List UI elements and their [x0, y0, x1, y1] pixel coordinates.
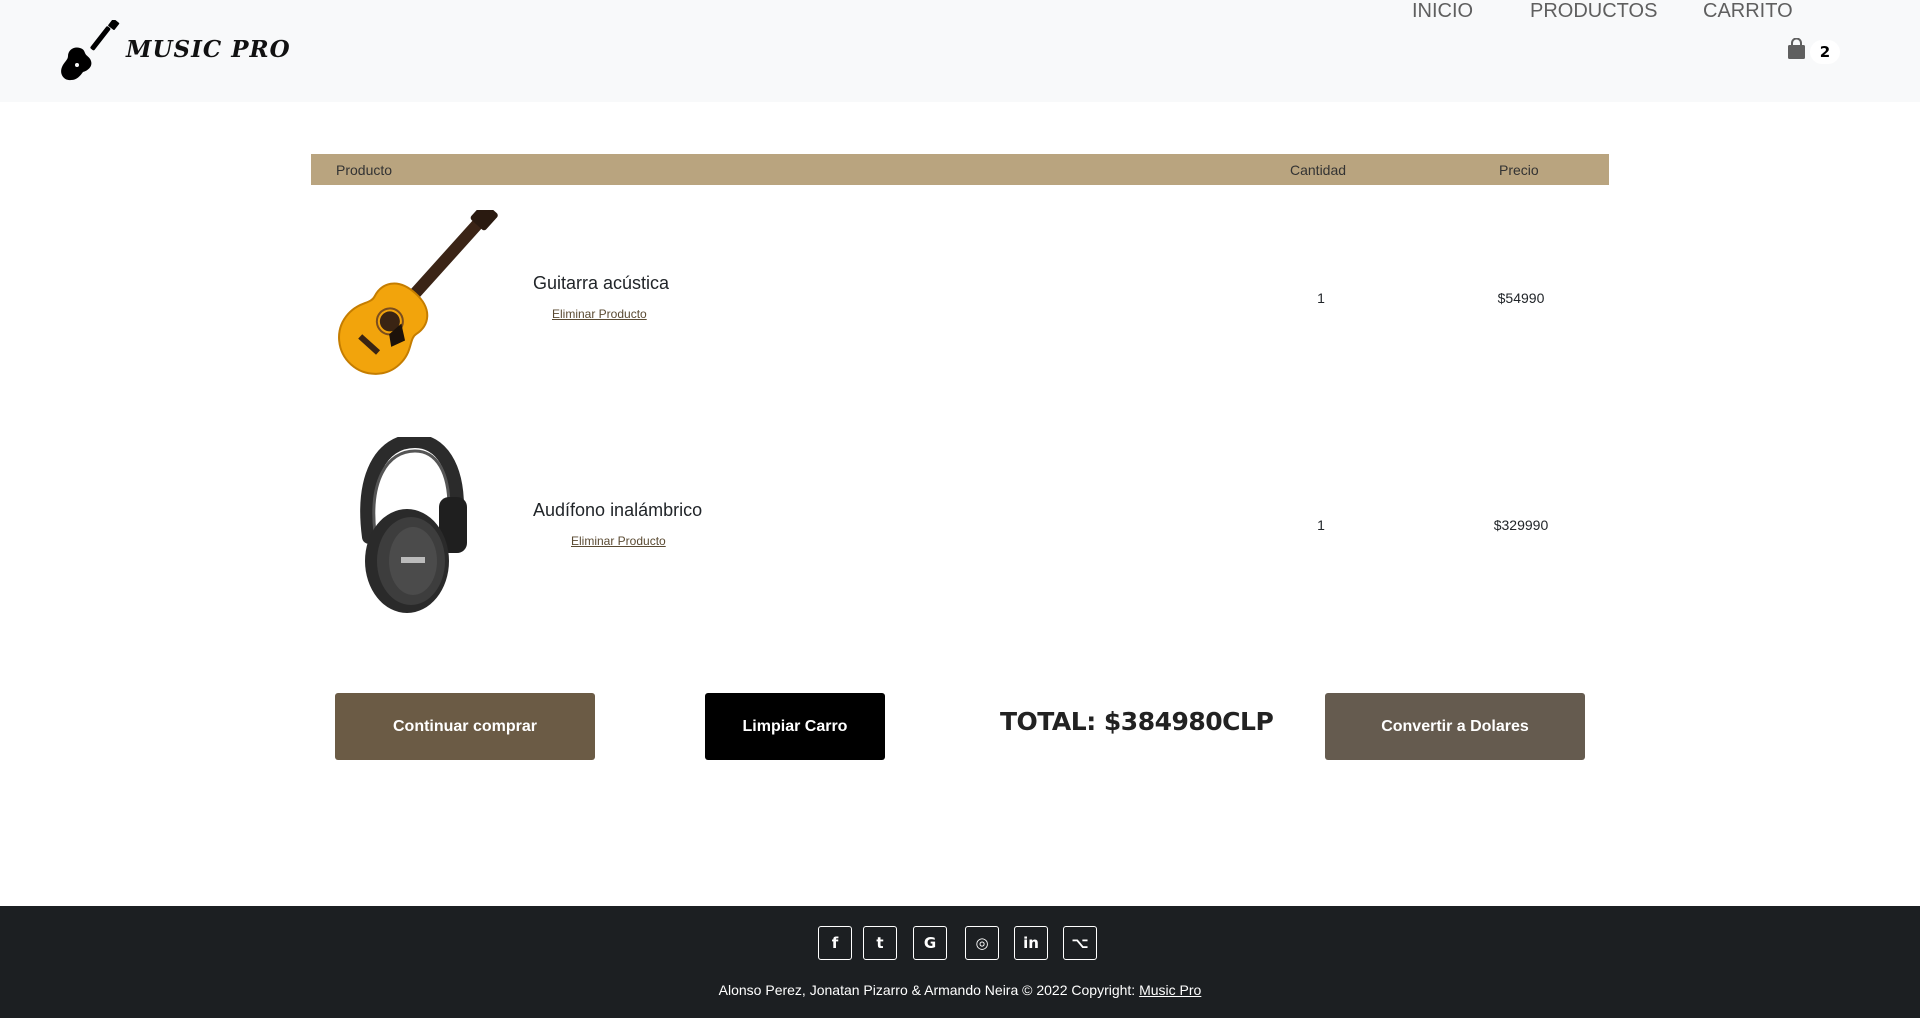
github-icon[interactable]: ⌥	[1063, 926, 1097, 960]
copyright-link[interactable]: Music Pro	[1139, 982, 1201, 998]
twitter-icon[interactable]: t	[863, 926, 897, 960]
instagram-icon[interactable]: ◎	[965, 926, 999, 960]
google-icon[interactable]: G	[913, 926, 947, 960]
header-quantity: Cantidad	[1290, 162, 1347, 178]
nav-carrito[interactable]: CARRITO	[1703, 0, 1793, 23]
footer: f t G ◎ in ⌥ Alonso Perez, Jonatan Pizar…	[0, 906, 1920, 1018]
product-name: Audífono inalámbrico	[533, 500, 703, 520]
product-quantity: 1	[1317, 517, 1325, 533]
nav-inicio[interactable]: INICIO	[1412, 0, 1473, 23]
cart-row: Guitarra acústica Eliminar Producto 1 $5…	[311, 210, 1609, 410]
facebook-icon[interactable]: f	[818, 926, 852, 960]
cart-total: TOTAL: $384980CLP	[1000, 707, 1274, 736]
product-name: Guitarra acústica	[533, 273, 670, 293]
copyright-text: Alonso Perez, Jonatan Pizarro & Armando …	[718, 982, 1140, 998]
remove-product-link[interactable]: Eliminar Producto	[552, 307, 647, 321]
product-price: $329990	[1493, 517, 1549, 533]
shopping-bag-icon[interactable]	[1787, 38, 1806, 60]
copyright: Alonso Perez, Jonatan Pizarro & Armando …	[0, 982, 1920, 998]
guitar-icon	[61, 20, 120, 81]
header-product: Producto	[336, 162, 393, 178]
brand[interactable]: MUSIC PRO	[58, 20, 291, 82]
convert-dollars-button[interactable]: Convertir a Dolares	[1325, 693, 1585, 760]
product-price: $54990	[1497, 290, 1545, 306]
nav-productos[interactable]: PRODUCTOS	[1530, 0, 1657, 23]
headphones-image	[360, 437, 467, 613]
clear-cart-button[interactable]: Limpiar Carro	[705, 693, 885, 760]
acoustic-guitar-image	[338, 210, 498, 375]
cart-row: Audífono inalámbrico Eliminar Producto 1…	[311, 437, 1609, 637]
product-quantity: 1	[1317, 290, 1325, 306]
linkedin-icon[interactable]: in	[1014, 926, 1048, 960]
cart-count-badge: 2	[1810, 40, 1840, 64]
navbar: MUSIC PRO INICIO PRODUCTOS CARRITO 2	[0, 0, 1920, 102]
cart-table-header: Producto Cantidad Precio	[311, 154, 1609, 185]
remove-product-link[interactable]: Eliminar Producto	[571, 534, 666, 548]
continue-shopping-button[interactable]: Continuar comprar	[335, 693, 595, 760]
brand-name: MUSIC PRO	[126, 35, 291, 63]
header-price: Precio	[1499, 162, 1539, 178]
